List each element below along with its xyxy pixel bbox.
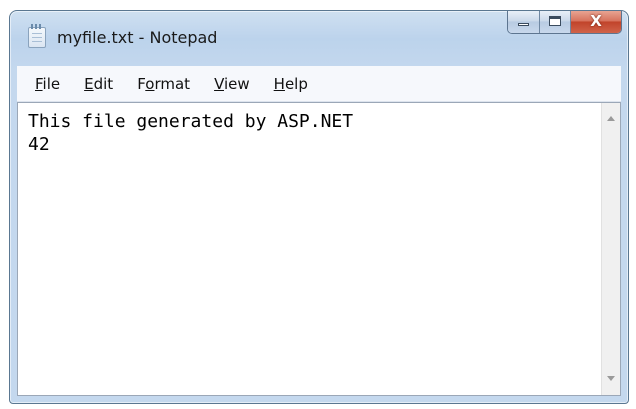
maximize-button[interactable] (540, 11, 571, 33)
menu-view-accesskey: V (214, 74, 224, 93)
menu-file-accesskey: F (35, 74, 43, 93)
maximize-icon (549, 16, 561, 26)
menu-format[interactable]: Format (123, 75, 200, 93)
window-controls: X (507, 11, 622, 34)
menu-bar: File Edit Format View Help (17, 66, 621, 102)
menu-file-label: ile (42, 74, 61, 93)
menu-format-label: rmat (154, 74, 191, 93)
menu-view[interactable]: View (200, 75, 260, 93)
close-button[interactable]: X (571, 11, 621, 33)
scroll-down-icon[interactable] (607, 376, 615, 381)
editor-line: 42 (28, 134, 50, 155)
notepad-window: myfile.txt - Notepad X File Edit Format … (9, 10, 629, 404)
window-title: myfile.txt - Notepad (57, 28, 218, 47)
menu-edit-label: dit (93, 74, 114, 93)
title-bar[interactable]: myfile.txt - Notepad X (10, 11, 628, 63)
minimize-icon (518, 23, 529, 26)
menu-view-label: iew (224, 74, 250, 93)
menu-help[interactable]: Help (260, 75, 318, 93)
menu-file[interactable]: File (17, 75, 70, 93)
scroll-up-icon[interactable] (607, 116, 615, 121)
editor-content[interactable]: This file generated by ASP.NET 42 (28, 110, 590, 156)
notepad-icon[interactable] (28, 24, 46, 48)
menu-help-label: elp (284, 74, 308, 93)
text-editor[interactable]: This file generated by ASP.NET 42 (17, 102, 621, 396)
menu-edit[interactable]: Edit (70, 75, 123, 93)
minimize-button[interactable] (508, 11, 540, 33)
menu-help-accesskey: H (273, 74, 285, 93)
close-icon: X (590, 12, 602, 30)
editor-line: This file generated by ASP.NET (28, 111, 354, 132)
menu-edit-accesskey: E (84, 74, 94, 93)
vertical-scrollbar[interactable] (601, 103, 620, 395)
